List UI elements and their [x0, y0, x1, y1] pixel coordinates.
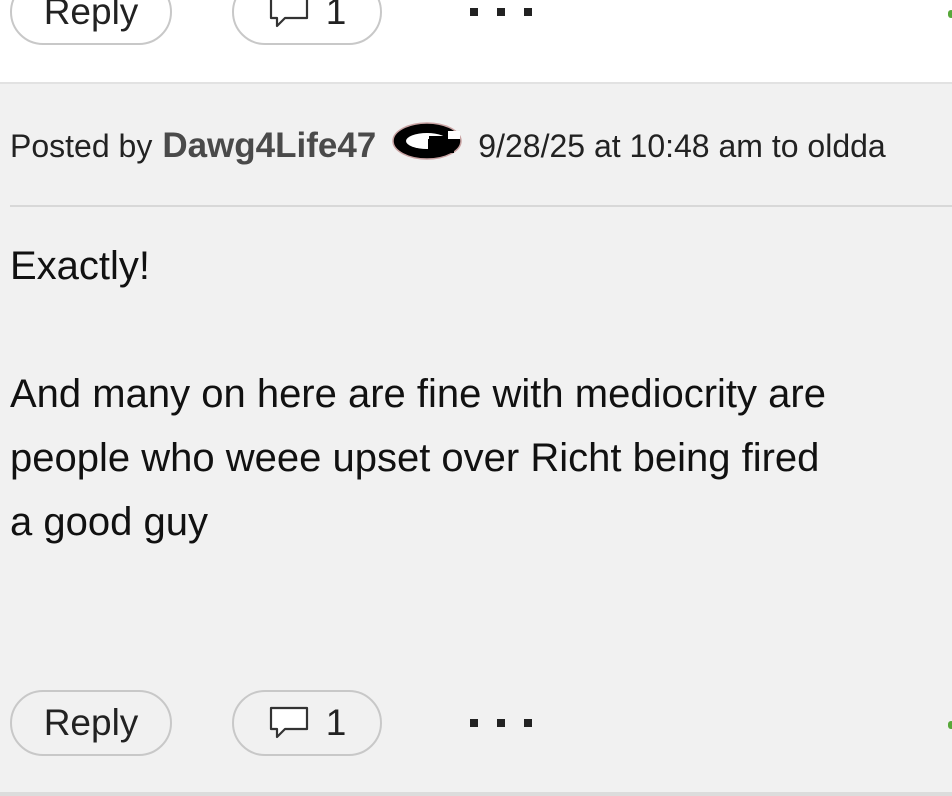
- username-link[interactable]: Dawg4Life47: [162, 126, 376, 166]
- comment-count-button[interactable]: 1: [232, 690, 382, 756]
- forum-post: Posted by Dawg4Life47 9/28/25 at 10:48 a…: [0, 84, 952, 796]
- post-meta: 9/28/25 at 10:48 am to oldda: [478, 127, 886, 164]
- post-separator: [0, 792, 952, 796]
- status-indicator: [948, 721, 952, 729]
- status-indicator: [948, 10, 952, 18]
- previous-post-footer: Reply 1: [0, 0, 952, 84]
- post-body-line: And many on here are fine with mediocrit…: [10, 372, 826, 416]
- more-options-icon: [470, 8, 478, 16]
- reply-button[interactable]: Reply: [10, 0, 172, 45]
- previous-post-actions: Reply 1: [0, 0, 952, 51]
- more-options-button[interactable]: [470, 708, 532, 738]
- reply-label: Reply: [43, 0, 139, 32]
- georgia-g-logo-icon: [390, 119, 464, 165]
- header-divider: [10, 205, 952, 207]
- post-body: Exactly! And many on here are fine with …: [10, 234, 952, 554]
- posted-by-label: Posted by: [10, 127, 153, 164]
- reply-button[interactable]: Reply: [10, 690, 172, 756]
- comment-bubble-icon: [268, 0, 310, 30]
- comment-count: 1: [325, 702, 347, 743]
- more-options-button[interactable]: [470, 0, 532, 27]
- post-body-line: a good guy: [10, 500, 208, 544]
- forum-thread: Reply 1 Posted by Dawg4Life47 9/28/25 at…: [0, 0, 952, 796]
- post-body-line: people who weee upset over Richt being f…: [10, 436, 820, 480]
- comment-bubble-icon: [268, 705, 310, 741]
- post-actions: Reply 1: [0, 690, 952, 762]
- reply-label: Reply: [43, 702, 139, 743]
- post-body-line: Exactly!: [10, 244, 151, 288]
- comment-count: 1: [325, 0, 347, 32]
- more-options-icon: [470, 719, 478, 727]
- post-header: Posted by Dawg4Life47 9/28/25 at 10:48 a…: [10, 118, 886, 174]
- comment-count-button[interactable]: 1: [232, 0, 382, 45]
